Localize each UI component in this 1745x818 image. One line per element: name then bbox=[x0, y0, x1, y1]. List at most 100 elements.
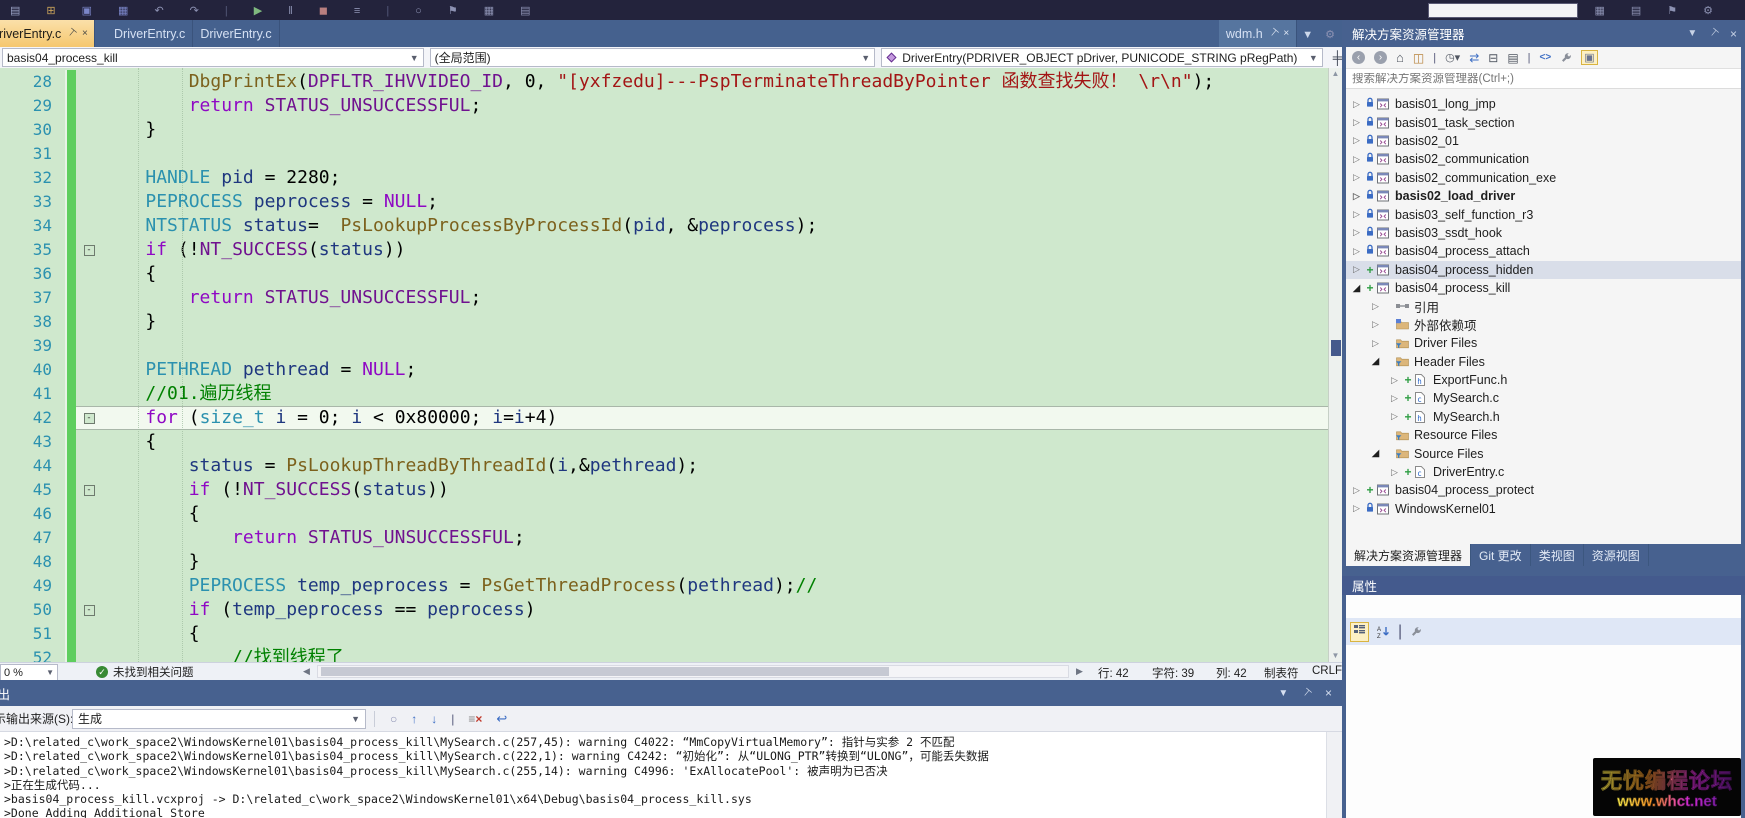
solution-explorer-title-bar[interactable]: 解决方案资源管理器 ▼ ⊤ × bbox=[1342, 20, 1745, 47]
line-number[interactable]: 46 bbox=[0, 502, 59, 526]
code-line-40[interactable]: 40 PETHREAD pethread = NULL; bbox=[0, 358, 1328, 382]
code-line-48[interactable]: 48 } bbox=[0, 550, 1328, 574]
document-health-indicator[interactable]: ✓ 未找到相关问题 bbox=[96, 664, 194, 680]
zoom-dropdown[interactable]: 0 % ▼ bbox=[0, 664, 58, 681]
word-wrap-icon[interactable]: ↩ bbox=[496, 712, 507, 726]
line-number[interactable]: 39 bbox=[0, 334, 59, 358]
tree-item--[interactable]: ▷外部依赖项 bbox=[1346, 316, 1741, 334]
tree-item-basis04_process_kill[interactable]: ◢+basis04_process_kill bbox=[1346, 279, 1741, 297]
tree-item-basis01_task_section[interactable]: ▷basis01_task_section bbox=[1346, 113, 1741, 131]
collapse-icon[interactable]: - bbox=[84, 413, 95, 424]
output-scrollbar[interactable] bbox=[1326, 732, 1342, 818]
solution-explorer-toolbar[interactable]: ‹›⌂◫|◷▾⇄⊟▤|<>▣ bbox=[1346, 47, 1741, 69]
code-line-50[interactable]: 50- if (temp_peprocess == peprocess) bbox=[0, 598, 1328, 622]
save-icon[interactable]: ▣ bbox=[82, 1, 105, 18]
stop-icon[interactable]: ◼ bbox=[319, 1, 341, 18]
sync-active-icon[interactable]: ⇄ bbox=[1469, 51, 1479, 65]
output-toolbar-icons[interactable]: ○↑↓|≡×↩ bbox=[383, 711, 514, 727]
code-line-29[interactable]: 29 return STATUS_UNSUCCESSFUL; bbox=[0, 94, 1328, 118]
code-line-43[interactable]: 43 { bbox=[0, 430, 1328, 454]
pending-changes-icon[interactable]: ◷▾ bbox=[1445, 51, 1460, 64]
chevron-collapsed-icon[interactable]: ▷ bbox=[1350, 503, 1363, 514]
line-number[interactable]: 31 bbox=[0, 142, 59, 166]
quick-launch-box[interactable] bbox=[1428, 3, 1578, 18]
chevron-down-icon[interactable]: ▼ bbox=[1278, 688, 1288, 699]
tab-driverentry.c-0[interactable]: DriverEntry.c⊤× bbox=[0, 20, 95, 47]
tree-item-basis03_self_function_r3[interactable]: ▷basis03_self_function_r3 bbox=[1346, 205, 1741, 223]
chevron-down-icon[interactable]: ▼ bbox=[1687, 28, 1697, 39]
tree-item-basis02_communication_exe[interactable]: ▷basis02_communication_exe bbox=[1346, 169, 1741, 187]
forward-icon[interactable]: › bbox=[1374, 51, 1387, 64]
new-file-icon[interactable]: ▤ bbox=[10, 1, 33, 18]
chevron-collapsed-icon[interactable]: ▷ bbox=[1350, 135, 1363, 146]
chevron-collapsed-icon[interactable]: ▷ bbox=[1350, 172, 1363, 183]
tree-item-basis04_process_protect[interactable]: ▷+basis04_process_protect bbox=[1346, 481, 1741, 499]
pin-icon[interactable]: ⊤ bbox=[1266, 26, 1280, 40]
close-icon[interactable]: × bbox=[82, 28, 88, 39]
code-line-52[interactable]: 52 //找到线程了 bbox=[0, 646, 1328, 662]
line-number[interactable]: 32 bbox=[0, 166, 59, 190]
tab-wdm.h[interactable]: wdm.h⊤× bbox=[1219, 20, 1297, 47]
code-line-33[interactable]: 33 PEPROCESS peprocess = NULL; bbox=[0, 190, 1328, 214]
chevron-collapsed-icon[interactable]: ▷ bbox=[1350, 99, 1363, 110]
close-icon[interactable]: × bbox=[1325, 686, 1332, 700]
list-icon[interactable]: ▤ bbox=[1631, 1, 1654, 18]
gear-icon[interactable]: ⚙ bbox=[1325, 28, 1335, 41]
output-source-dropdown[interactable]: 生成 ▼ bbox=[72, 709, 366, 729]
code-line-47[interactable]: 47 return STATUS_UNSUCCESSFUL; bbox=[0, 526, 1328, 550]
line-number[interactable]: 42 bbox=[0, 406, 59, 430]
search-input[interactable] bbox=[1346, 73, 1741, 85]
pin-icon[interactable]: ⊤ bbox=[1300, 686, 1314, 700]
tree-item-basis01_long_jmp[interactable]: ▷basis01_long_jmp bbox=[1346, 95, 1741, 113]
line-number[interactable]: 41 bbox=[0, 382, 59, 406]
chevron-collapsed-icon[interactable]: ▷ bbox=[1388, 393, 1401, 404]
chevron-collapsed-icon[interactable]: ▷ bbox=[1369, 301, 1382, 312]
gear-icon[interactable]: ⚙ bbox=[1703, 1, 1726, 18]
bottom-tab-1[interactable]: Git 更改 bbox=[1471, 544, 1531, 566]
collapse-icon[interactable]: - bbox=[84, 245, 95, 256]
code-line-51[interactable]: 51 { bbox=[0, 622, 1328, 646]
line-number[interactable]: 28 bbox=[0, 70, 59, 94]
code-line-44[interactable]: 44 status = PsLookupThreadByThreadId(i,&… bbox=[0, 454, 1328, 478]
bottom-tab-0[interactable]: 解决方案资源管理器 bbox=[1346, 544, 1471, 566]
line-number[interactable]: 43 bbox=[0, 430, 59, 454]
tree-item-resource-files[interactable]: Resource Files bbox=[1346, 426, 1741, 444]
collapse-all-icon[interactable]: ⊟ bbox=[1488, 51, 1498, 65]
chevron-collapsed-icon[interactable]: ▷ bbox=[1369, 319, 1382, 330]
clear-all-icon[interactable]: ≡× bbox=[468, 712, 482, 726]
tree-item-basis02_01[interactable]: ▷basis02_01 bbox=[1346, 132, 1741, 150]
line-number[interactable]: 36 bbox=[0, 262, 59, 286]
code-editor[interactable]: 28 DbgPrintEx(DPFLTR_IHVVIDEO_ID, 0, "[y… bbox=[0, 68, 1328, 662]
scrollbar-thumb[interactable] bbox=[1331, 340, 1341, 356]
line-number[interactable]: 34 bbox=[0, 214, 59, 238]
categorized-icon[interactable] bbox=[1350, 622, 1369, 642]
tab-driverentry.c-2[interactable]: DriverEntry.c bbox=[193, 20, 279, 47]
project-dropdown[interactable]: basis04_process_kill ▼ bbox=[2, 48, 424, 67]
code-line-37[interactable]: 37 return STATUS_UNSUCCESSFUL; bbox=[0, 286, 1328, 310]
chevron-collapsed-icon[interactable]: ▷ bbox=[1388, 411, 1401, 422]
code-line-36[interactable]: 36 { bbox=[0, 262, 1328, 286]
tree-item--[interactable]: ▷引用 bbox=[1346, 297, 1741, 315]
open-file-icon[interactable]: ⊞ bbox=[46, 1, 68, 18]
collapse-icon[interactable]: - bbox=[84, 485, 95, 496]
line-number[interactable]: 49 bbox=[0, 574, 59, 598]
grid-icon[interactable]: ▦ bbox=[1594, 1, 1617, 18]
tree-item-basis04_process_hidden[interactable]: ▷+basis04_process_hidden bbox=[1346, 261, 1741, 279]
tree-item-header-files[interactable]: ◢Header Files bbox=[1346, 352, 1741, 370]
properties-title-bar[interactable]: 属性 bbox=[1342, 576, 1745, 595]
next-message-icon[interactable]: ↓ bbox=[431, 712, 437, 726]
chevron-collapsed-icon[interactable]: ▷ bbox=[1350, 246, 1363, 257]
line-number[interactable]: 30 bbox=[0, 118, 59, 142]
tree-item-windowskernel01[interactable]: ▷WindowsKernel01 bbox=[1346, 500, 1741, 518]
code-line-46[interactable]: 46 { bbox=[0, 502, 1328, 526]
switch-view-icon[interactable]: ◫ bbox=[1413, 51, 1424, 65]
chevron-expanded-icon[interactable]: ◢ bbox=[1369, 448, 1382, 459]
chevron-collapsed-icon[interactable]: ▷ bbox=[1388, 467, 1401, 478]
code-line-35[interactable]: 35- if (!NT_SUCCESS(status)) bbox=[0, 238, 1328, 262]
line-number[interactable]: 50 bbox=[0, 598, 59, 622]
scroll-right-icon[interactable]: ▶ bbox=[1076, 666, 1083, 677]
tree-item-driver-files[interactable]: ▷Driver Files bbox=[1346, 334, 1741, 352]
show-all-files-icon[interactable]: ▤ bbox=[1507, 51, 1518, 65]
line-number[interactable]: 47 bbox=[0, 526, 59, 550]
toolbar-icon-group-left[interactable]: ▤⊞▣▦↶↷|▶‖◼≡|○⚑▦▤ bbox=[10, 1, 557, 19]
